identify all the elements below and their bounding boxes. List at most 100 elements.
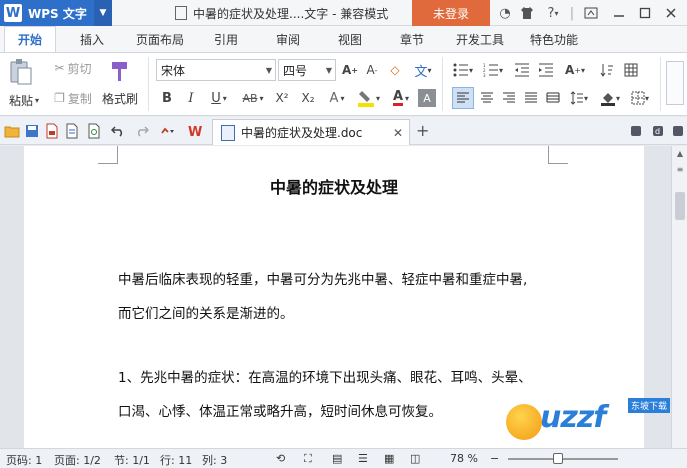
restore-ribbon-icon[interactable] <box>578 0 604 26</box>
tab-chapter[interactable]: 章节 <box>388 26 436 52</box>
save-icon[interactable] <box>24 123 40 139</box>
wps-menu-button[interactable]: W WPS 文字 ▼ <box>0 0 112 26</box>
borders-icon[interactable]: ▾ <box>626 87 654 109</box>
format-painter-button[interactable]: 格式刷 <box>98 89 142 107</box>
vertical-scrollbar[interactable]: ▲ ≡ <box>671 146 687 448</box>
align-left-button[interactable] <box>452 87 474 109</box>
italic-button[interactable]: I <box>180 87 202 109</box>
paragraph-line: 1、先兆中暑的症状：在高温的环境下出现头痛、眼花、耳鸣、头晕、 <box>118 370 532 386</box>
tab-view[interactable]: 视图 <box>326 26 374 52</box>
superscript-button[interactable]: X² <box>270 87 294 109</box>
track-changes-icon[interactable]: ⟲ <box>276 452 285 465</box>
redo-icon[interactable] <box>134 123 150 139</box>
undo-icon[interactable] <box>110 123 126 139</box>
reading-view-icon[interactable]: ◫ <box>410 452 420 465</box>
chevron-down-icon[interactable]: ▼ <box>94 0 112 26</box>
scroll-up-icon[interactable]: ▲ <box>672 146 687 160</box>
char-shading-icon[interactable]: A <box>418 89 436 107</box>
tab-insert[interactable]: 插入 <box>66 26 118 52</box>
window-list-icon[interactable] <box>628 123 644 139</box>
menu-bar: 开始 插入 页面布局 引用 审阅 视图 章节 开发工具 特色功能 <box>0 26 687 52</box>
highlight-icon[interactable]: ▾ <box>354 87 384 109</box>
bullet-list-icon[interactable]: ▾ <box>450 59 476 81</box>
new-tab-icon[interactable]: + <box>416 121 429 140</box>
doc-manager-icon[interactable]: d <box>650 123 666 139</box>
justify-button[interactable] <box>520 87 542 109</box>
title-bar: W WPS 文字 ▼ 中暑的症状及处理....文字 - 兼容模式 未登录 ◔ ?… <box>0 0 687 26</box>
paragraph-line: 而它们之间的关系是渐进的。 <box>118 306 294 322</box>
page-view-icon[interactable]: ▤ <box>332 452 342 465</box>
skin-icon[interactable]: ◔ <box>496 4 514 22</box>
word-doc-icon <box>221 124 235 141</box>
shirt-icon[interactable] <box>518 4 536 22</box>
pinyin-icon[interactable]: 文 ▾ <box>410 57 436 83</box>
change-case-icon[interactable]: A + ▾ <box>560 59 590 81</box>
close-tab-icon[interactable]: ✕ <box>393 126 403 140</box>
divider <box>148 57 149 111</box>
close-icon[interactable] <box>658 0 684 26</box>
grow-font-icon[interactable]: A + <box>340 59 360 81</box>
zoom-slider-handle[interactable] <box>553 453 563 464</box>
format-painter-icon[interactable] <box>106 57 134 85</box>
styles-gallery[interactable] <box>666 61 684 105</box>
tab-page-layout[interactable]: 页面布局 <box>128 26 192 52</box>
distribute-button[interactable] <box>542 87 564 109</box>
wps-cloud-icon[interactable]: W <box>188 123 204 139</box>
help-icon[interactable]: ? ▾ <box>540 4 566 22</box>
shading-icon[interactable]: ▾ <box>596 87 624 109</box>
increase-indent-icon[interactable] <box>536 59 556 81</box>
paste-button[interactable]: 粘贴 ▾ <box>4 91 44 109</box>
web-view-icon[interactable]: ▦ <box>384 452 394 465</box>
tab-review[interactable]: 审阅 <box>264 26 312 52</box>
line-spacing-icon[interactable]: ▾ <box>566 87 592 109</box>
scroll-thumb[interactable] <box>675 192 685 220</box>
cut-button[interactable]: ✂ 剪切 <box>50 59 96 77</box>
divider <box>660 57 661 111</box>
tab-switcher-icon[interactable] <box>670 123 686 139</box>
tab-home[interactable]: 开始 <box>4 26 56 52</box>
tab-references[interactable]: 引用 <box>202 26 250 52</box>
zoom-out-icon[interactable]: − <box>490 452 499 465</box>
underline-button[interactable]: U ▾ <box>204 87 234 109</box>
text-effect-icon[interactable]: A ▾ <box>322 87 352 109</box>
export-pdf-icon[interactable] <box>44 123 60 139</box>
login-button[interactable]: 未登录 <box>412 0 490 26</box>
align-center-button[interactable] <box>476 87 498 109</box>
margin-corner <box>98 146 118 164</box>
zoom-slider-track[interactable] <box>508 458 618 460</box>
ribbon: 粘贴 ▾ ✂ 剪切 ❐ 复制 格式刷 宋体 ▼ 四号 ▼ A + A- ◇ 文 ▾ B I U… <box>0 52 687 116</box>
divider <box>442 57 443 111</box>
minimize-icon[interactable] <box>606 0 632 26</box>
sort-icon[interactable] <box>596 59 618 81</box>
fullscreen-icon[interactable]: ⛶ <box>304 452 312 466</box>
print-preview-icon[interactable] <box>86 123 102 139</box>
table-icon[interactable] <box>620 59 642 81</box>
font-name-select[interactable]: 宋体 ▼ <box>156 59 276 81</box>
status-row: 行: 11 <box>160 454 193 467</box>
outline-view-icon[interactable]: ☰ <box>358 452 368 465</box>
wps-logo-icon: W <box>4 4 22 22</box>
maximize-icon[interactable] <box>632 0 658 26</box>
copy-button[interactable]: ❐ 复制 <box>50 89 96 107</box>
tab-special[interactable]: 特色功能 <box>522 26 586 52</box>
open-folder-icon[interactable] <box>4 123 20 139</box>
font-color-icon[interactable]: A ▾ <box>386 87 416 109</box>
align-right-button[interactable] <box>498 87 520 109</box>
numbered-list-icon[interactable]: 1 2 3 ▾ <box>480 59 506 81</box>
shrink-font-icon[interactable]: A- <box>362 59 382 81</box>
font-size-select[interactable]: 四号 ▼ <box>278 59 336 81</box>
strikethrough-button[interactable]: AB ▾ <box>236 87 270 109</box>
status-section: 节: 1/1 <box>114 454 150 467</box>
subscript-button[interactable]: X₂ <box>296 87 320 109</box>
print-icon[interactable] <box>64 123 80 139</box>
bold-button[interactable]: B <box>156 87 178 109</box>
scroll-top-icon[interactable]: ≡ <box>672 162 687 176</box>
tab-developer[interactable]: 开发工具 <box>448 26 512 52</box>
watermark-text: uzzf <box>540 400 606 435</box>
paste-icon[interactable] <box>6 57 36 87</box>
clear-format-icon[interactable]: ◇ <box>386 59 404 81</box>
customize-toolbar-icon[interactable] <box>160 123 176 139</box>
document-tab[interactable]: 中暑的症状及处理.doc ✕ <box>212 119 410 145</box>
decrease-indent-icon[interactable] <box>512 59 532 81</box>
window-title: 中暑的症状及处理....文字 - 兼容模式 <box>175 0 388 26</box>
